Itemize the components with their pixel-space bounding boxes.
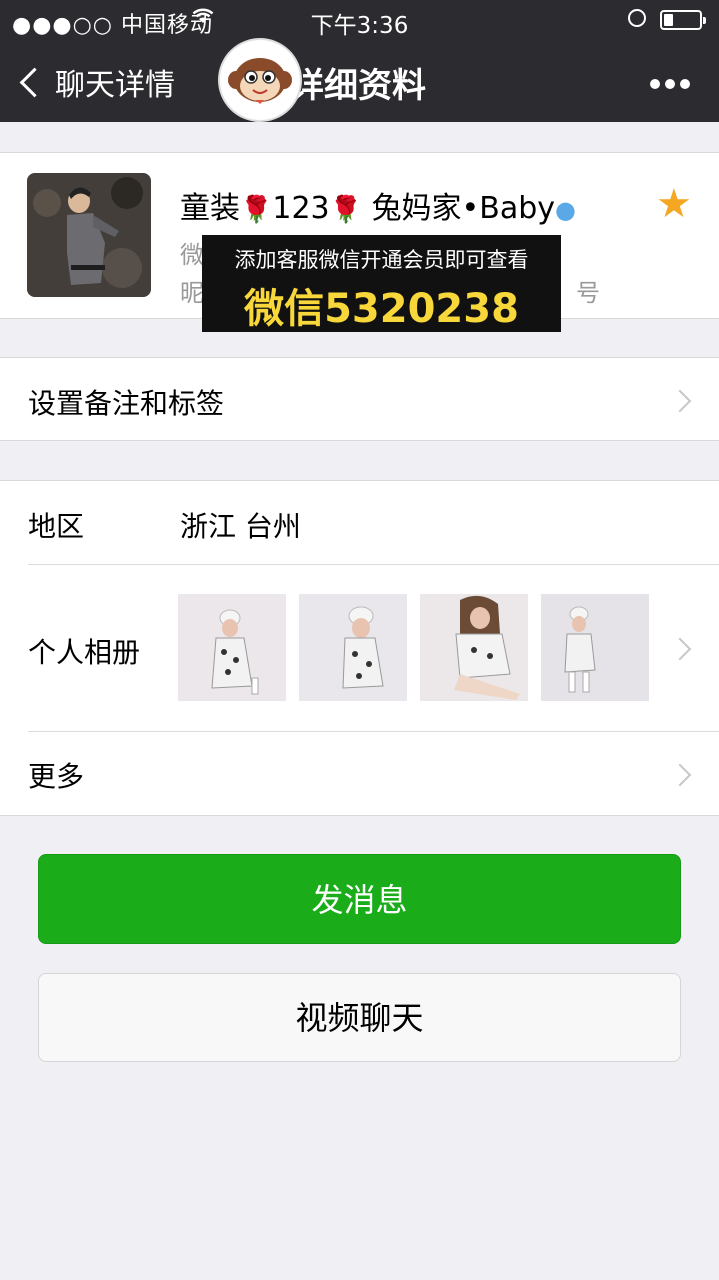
album-photo[interactable]: [541, 594, 649, 701]
star-icon[interactable]: ★: [656, 181, 692, 227]
monkey-logo-watermark: [218, 38, 302, 122]
top-bar: ●●●○○ 中国移动 下午3:36 聊天详情 详细资料: [0, 0, 719, 122]
more-label: 更多: [28, 760, 85, 793]
page-title: 详细资料: [290, 66, 426, 106]
person-icon: ●: [555, 196, 576, 224]
chevron-right-icon: [668, 763, 692, 787]
overlay-line2: 微信5320238: [244, 286, 519, 332]
divider: [28, 731, 719, 732]
rose-icon: 🌹: [240, 195, 273, 225]
more-icon[interactable]: [650, 70, 695, 94]
nickname-suffix: 号: [576, 279, 600, 307]
nickname-label: 昵: [180, 279, 204, 307]
send-message-button[interactable]: 发消息: [38, 854, 681, 944]
overlay-banner: 添加客服微信开通会员即可查看 微信5320238: [202, 235, 561, 332]
wechat-id-label: 微: [180, 241, 204, 269]
chevron-right-icon: [668, 389, 692, 413]
back-button[interactable]: 聊天详情: [18, 60, 175, 104]
avatar[interactable]: [27, 173, 151, 297]
divider: [28, 564, 719, 565]
album-photo[interactable]: [178, 594, 286, 701]
battery-level: [664, 14, 673, 26]
back-label: 聊天详情: [55, 68, 175, 103]
album-photo[interactable]: [299, 594, 407, 701]
chevron-left-icon: [19, 67, 50, 97]
overlay-line1: 添加客服微信开通会员即可查看: [234, 248, 529, 272]
name-mid: 123: [272, 191, 330, 226]
remark-label: 设置备注和标签: [28, 387, 225, 420]
name-suffix: 兔妈家•Baby: [371, 191, 556, 226]
name-prefix: 童装: [180, 191, 240, 226]
rotation-lock-icon: [628, 9, 646, 27]
album-label: 个人相册: [28, 636, 141, 669]
status-time: 下午3:36: [310, 13, 409, 39]
profile-name: 童装🌹123🌹 兔妈家•Baby●: [180, 183, 576, 227]
remark-row[interactable]: 设置备注和标签: [0, 357, 719, 441]
album-photo[interactable]: [420, 594, 528, 701]
region-value: 浙江 台州: [180, 510, 301, 543]
status-bar: ●●●○○ 中国移动 下午3:36: [0, 0, 719, 40]
region-label: 地区: [28, 510, 85, 543]
chevron-right-icon: [668, 637, 692, 661]
battery-icon: [660, 10, 706, 30]
nav-bar: 聊天详情 详细资料: [0, 40, 719, 122]
video-chat-button[interactable]: 视频聊天: [38, 973, 681, 1062]
rose-icon: 🌹: [329, 195, 363, 225]
